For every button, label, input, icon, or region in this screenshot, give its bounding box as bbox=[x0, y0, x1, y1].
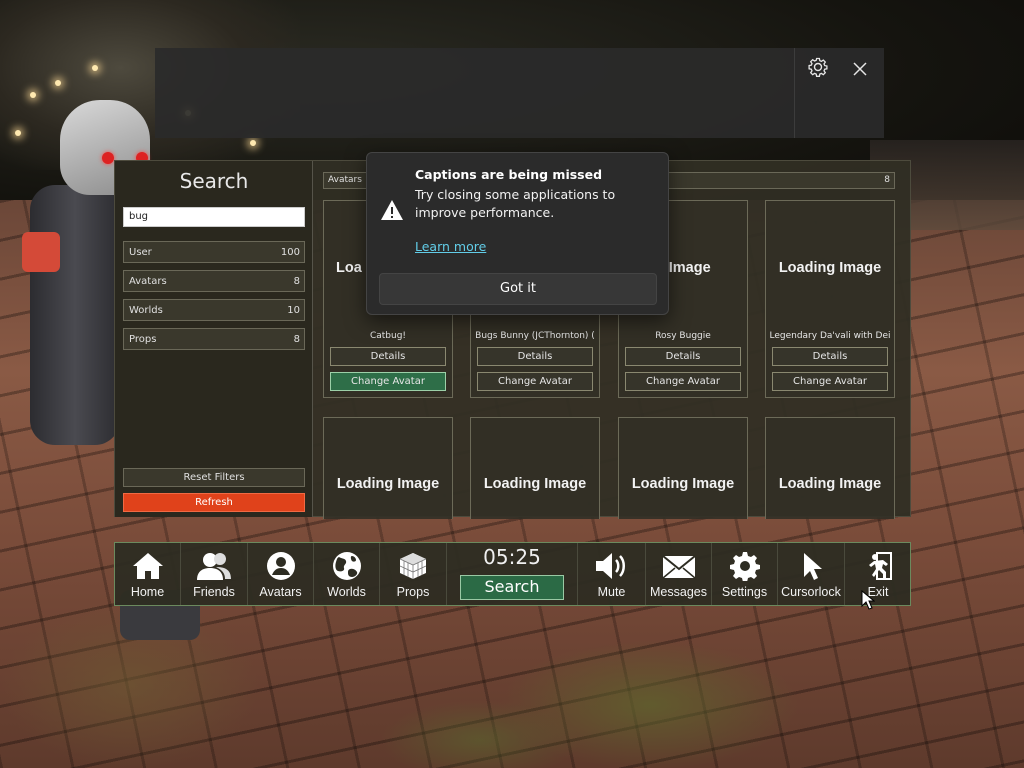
filter-avatars[interactable]: Avatars 8 bbox=[123, 270, 305, 292]
avatar-card[interactable]: Loading Image Legendary Da'vali with Dei… bbox=[765, 200, 895, 398]
filter-user[interactable]: User 100 bbox=[123, 241, 305, 263]
clock-time: 05:25 bbox=[483, 545, 541, 569]
robot-eye bbox=[102, 152, 114, 164]
loading-image-text: Loading Image bbox=[778, 260, 882, 276]
avatar-name: Catbug! bbox=[369, 331, 407, 341]
toolbar-settings[interactable]: Settings bbox=[712, 543, 778, 605]
quick-menu-toolbar: Home Friends Avatars Worlds Props 05:25 … bbox=[114, 542, 911, 606]
avatar-name: Bugs Bunny (JCThornton) ( bbox=[475, 331, 595, 341]
live-captions-bar bbox=[155, 48, 884, 138]
filter-worlds[interactable]: Worlds 10 bbox=[123, 299, 305, 321]
refresh-button[interactable]: Refresh bbox=[123, 493, 305, 512]
robot-avatar-arm bbox=[22, 232, 60, 272]
filter-label: Worlds bbox=[129, 305, 163, 316]
avatar-card[interactable]: Loading Image bbox=[470, 417, 600, 519]
toolbar-label: Friends bbox=[193, 585, 235, 599]
avatar-name: Legendary Da'vali with Dei bbox=[769, 331, 891, 341]
loading-image-text: Loading Image bbox=[336, 476, 440, 492]
loading-image-text: Loading Image bbox=[631, 476, 735, 492]
toolbar-worlds[interactable]: Worlds bbox=[314, 543, 380, 605]
toolbar-label: Settings bbox=[721, 585, 768, 599]
toolbar-label: Worlds bbox=[327, 585, 366, 599]
toolbar-props[interactable]: Props bbox=[380, 543, 447, 605]
close-icon[interactable] bbox=[847, 57, 873, 83]
captions-text-area bbox=[155, 48, 795, 138]
toolbar-avatars[interactable]: Avatars bbox=[248, 543, 314, 605]
category-count: 8 bbox=[884, 175, 890, 185]
change-avatar-button[interactable]: Change Avatar bbox=[330, 372, 446, 391]
loading-image-text: Loading Image bbox=[778, 476, 882, 492]
change-avatar-button[interactable]: Change Avatar bbox=[477, 372, 593, 391]
toolbar-label: Props bbox=[396, 585, 430, 599]
avatar-icon bbox=[248, 551, 313, 581]
cube-icon bbox=[380, 551, 446, 581]
filter-count: 8 bbox=[293, 334, 300, 345]
change-avatar-button[interactable]: Change Avatar bbox=[772, 372, 888, 391]
toolbar-label: Cursorlock bbox=[781, 585, 841, 599]
filter-label: Props bbox=[129, 334, 157, 345]
filter-count: 8 bbox=[293, 276, 300, 287]
loading-image-text: Loading Image bbox=[483, 476, 587, 492]
details-button[interactable]: Details bbox=[625, 347, 741, 366]
toolbar-friends[interactable]: Friends bbox=[181, 543, 248, 605]
cursor-icon bbox=[778, 551, 844, 581]
search-button[interactable]: Search bbox=[460, 575, 564, 600]
toolbar-label: Exit bbox=[867, 585, 889, 599]
envelope-icon bbox=[646, 551, 711, 581]
category-label: Avatars bbox=[328, 175, 362, 185]
captions-missed-toast: Captions are being missed Try closing so… bbox=[366, 152, 669, 315]
toolbar-clock-search: 05:25 Search bbox=[447, 543, 578, 605]
toolbar-cursorlock[interactable]: Cursorlock bbox=[778, 543, 845, 605]
gear-icon bbox=[712, 551, 777, 581]
toolbar-exit[interactable]: Exit bbox=[845, 543, 911, 605]
toolbar-label: Avatars bbox=[259, 585, 302, 599]
filter-props[interactable]: Props 8 bbox=[123, 328, 305, 350]
reset-filters-button[interactable]: Reset Filters bbox=[123, 468, 305, 487]
home-icon bbox=[115, 551, 180, 581]
avatar-card[interactable]: Loading Image bbox=[618, 417, 748, 519]
filter-label: User bbox=[129, 247, 152, 258]
avatar-card[interactable]: Loading Image bbox=[765, 417, 895, 519]
toast-body: Try closing some applications to improve… bbox=[415, 187, 616, 220]
search-title: Search bbox=[179, 169, 249, 193]
details-button[interactable]: Details bbox=[477, 347, 593, 366]
filter-count: 100 bbox=[280, 247, 300, 258]
learn-more-link[interactable]: Learn more bbox=[415, 239, 486, 254]
warning-icon bbox=[380, 199, 404, 225]
exit-icon bbox=[845, 551, 911, 581]
speaker-icon bbox=[578, 551, 645, 581]
toolbar-label: Mute bbox=[597, 585, 626, 599]
toolbar-mute[interactable]: Mute bbox=[578, 543, 646, 605]
details-button[interactable]: Details bbox=[772, 347, 888, 366]
toolbar-home[interactable]: Home bbox=[115, 543, 181, 605]
mouse-pointer-icon bbox=[861, 589, 876, 614]
details-button[interactable]: Details bbox=[330, 347, 446, 366]
search-sidebar: Search bug User 100 Avatars 8 Worlds 10 … bbox=[115, 161, 313, 517]
change-avatar-button[interactable]: Change Avatar bbox=[625, 372, 741, 391]
friends-icon bbox=[181, 551, 247, 581]
toolbar-messages[interactable]: Messages bbox=[646, 543, 712, 605]
toolbar-label: Home bbox=[130, 585, 165, 599]
filter-label: Avatars bbox=[129, 276, 167, 287]
robot-avatar-body bbox=[30, 185, 120, 445]
filter-count: 10 bbox=[287, 305, 300, 316]
globe-icon bbox=[314, 551, 379, 581]
toolbar-label: Messages bbox=[650, 585, 707, 599]
toast-title: Captions are being missed bbox=[415, 167, 603, 182]
search-input[interactable]: bug bbox=[123, 207, 305, 227]
avatar-card[interactable]: Loading Image bbox=[323, 417, 453, 519]
got-it-button[interactable]: Got it bbox=[379, 273, 657, 305]
gear-icon[interactable] bbox=[805, 57, 831, 83]
avatar-name: Rosy Buggie bbox=[655, 331, 711, 341]
